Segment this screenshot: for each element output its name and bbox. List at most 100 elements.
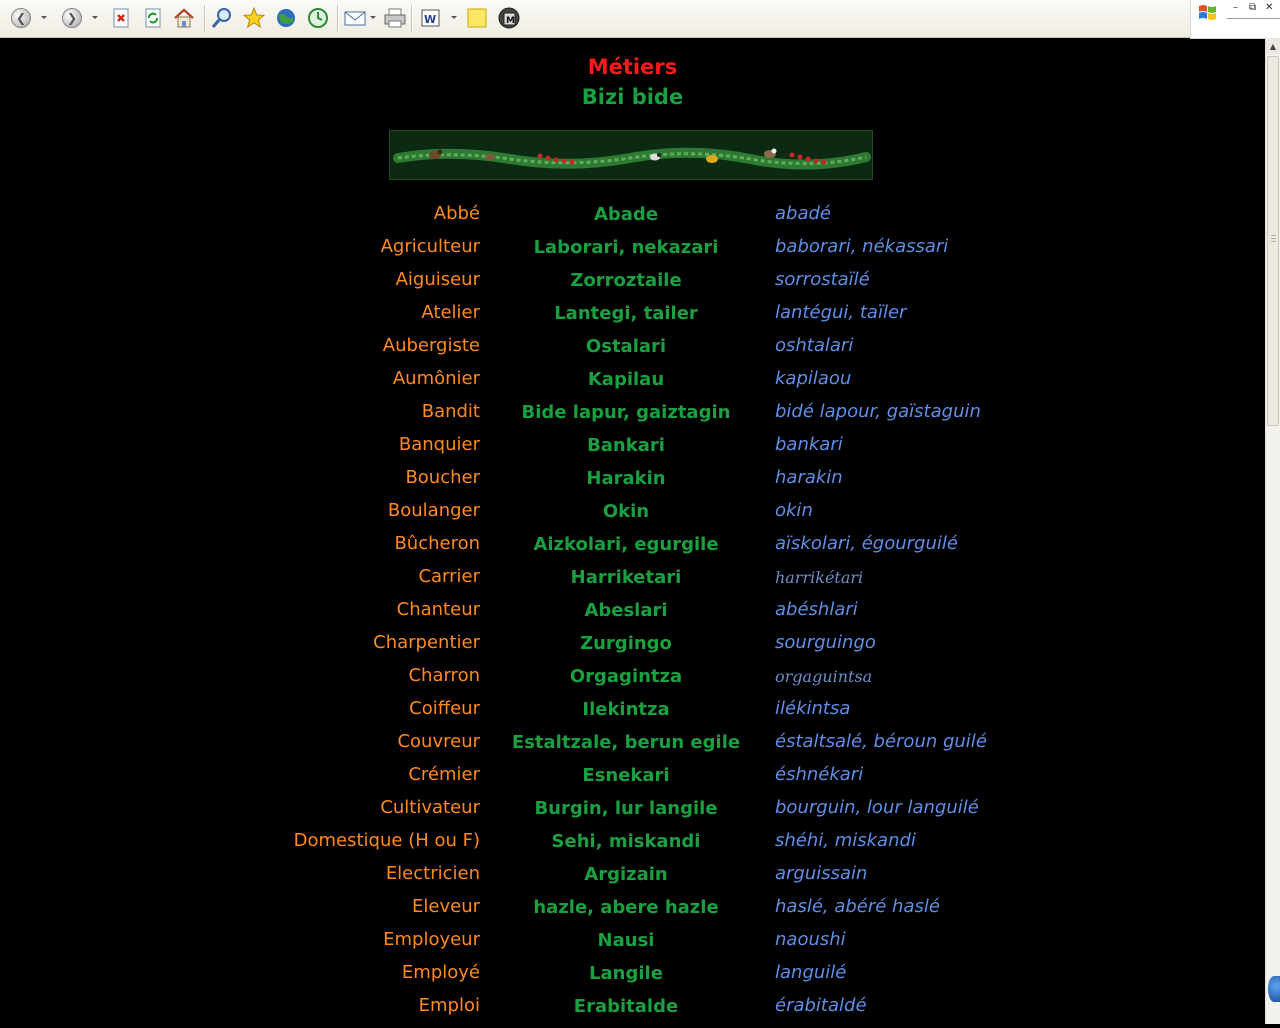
table-row: Atelier Lantegi, tailer lantégui, taïler	[0, 302, 1265, 335]
french-word: Charpentier	[373, 632, 480, 653]
table-row: Coiffeur Ilekintza ilékintsa	[0, 698, 1265, 731]
basque-word: Abeslari	[584, 600, 668, 621]
basque-word: Zorroztaile	[570, 270, 682, 291]
table-row: Cultivateur Burgin, lur langile bourguin, …	[0, 797, 1265, 830]
french-word: Chanteur	[396, 599, 480, 620]
pronunciation: éstaltsalé, béroun guilé	[775, 731, 987, 752]
pronunciation: harakin	[775, 467, 843, 488]
french-word: Bûcheron	[394, 533, 480, 554]
table-row: Emploi Erabitalde érabitaldé	[0, 995, 1265, 1028]
french-word: Domestique (H ou F)	[293, 830, 480, 851]
basque-word: Esnekari	[582, 765, 670, 786]
mail-icon[interactable]	[343, 6, 367, 30]
table-row: Employeur Nausi naoushi	[0, 929, 1265, 962]
home-icon[interactable]	[172, 6, 196, 30]
french-word: Coiffeur	[409, 698, 480, 719]
french-word: Electricien	[385, 863, 480, 884]
french-word: Bandit	[421, 401, 480, 422]
pronunciation: arguissain	[775, 863, 868, 884]
basque-word: Sehi, miskandi	[551, 831, 701, 852]
edit-dropdown-icon[interactable]	[451, 16, 457, 19]
table-row: Charpentier Zurgingo sourguingo	[0, 632, 1265, 665]
basque-word: Estaltzale, berun egile	[511, 732, 741, 753]
french-word: Agriculteur	[380, 236, 480, 257]
table-row: Crémier Esnekari éshnékari	[0, 764, 1265, 797]
french-word: Employé	[401, 962, 480, 983]
table-row: Bûcheron Aizkolari, egurgile aïskolari, ég…	[0, 533, 1265, 566]
stop-icon[interactable]	[109, 6, 133, 30]
basque-word: Erabitalde	[573, 996, 679, 1017]
pronunciation: bankari	[775, 434, 843, 455]
pronunciation: bourguin, lour languilé	[775, 797, 979, 818]
table-row: Domestique (H ou F) Sehi, miskandi shéhi, …	[0, 830, 1265, 863]
page-subtitle: Bizi bide	[581, 85, 684, 109]
french-word: Couvreur	[397, 731, 480, 752]
table-row: Aubergiste Ostalari oshtalari	[0, 335, 1265, 368]
pronunciation: haslé, abéré haslé	[775, 896, 940, 917]
table-row: Employé Langile languilé	[0, 962, 1265, 995]
pronunciation: bidé lapour, gaïstaguin	[775, 401, 981, 422]
svg-text:W: W	[424, 13, 436, 26]
french-word: Boulanger	[387, 500, 480, 521]
minimize-icon[interactable]: –	[1233, 2, 1238, 13]
history-icon[interactable]	[306, 6, 330, 30]
pronunciation: baborari, nékassari	[775, 236, 949, 257]
table-row: Bandit Bide lapur, gaiztagin bidé lapour, …	[0, 401, 1265, 434]
close-icon[interactable]: ✕	[1265, 2, 1273, 13]
basque-word: Aizkolari, egurgile	[533, 534, 719, 555]
pronunciation: abadé	[775, 203, 831, 224]
table-row: Abbé Abade abadé	[0, 203, 1265, 236]
french-word: Cultivateur	[380, 797, 480, 818]
french-word: Atelier	[421, 302, 480, 323]
scroll-up-arrow-icon[interactable]: ▲	[1266, 38, 1280, 54]
pronunciation: ilékintsa	[775, 698, 851, 719]
basque-word: Laborari, nekazari	[533, 237, 719, 258]
pronunciation: languilé	[775, 962, 847, 983]
page-title: Métiers	[587, 55, 678, 79]
pronunciation: abéshlari	[775, 599, 858, 620]
french-word: Aumônier	[392, 368, 480, 389]
search-icon[interactable]	[210, 6, 234, 30]
table-row: Carrier Harriketari harrikétari	[0, 566, 1265, 599]
edit-icon[interactable]: W	[419, 6, 443, 30]
holly-banner-image	[389, 130, 873, 180]
mail-dropdown-icon[interactable]	[370, 16, 376, 19]
favorites-icon[interactable]	[242, 6, 266, 30]
pronunciation: sourguingo	[775, 632, 876, 653]
basque-word: Orgagintza	[569, 666, 683, 687]
internet-zone-globe-icon	[1268, 976, 1280, 1002]
pronunciation: harrikétari	[775, 568, 864, 587]
table-row: Charron Orgagintza orgaguintsa	[0, 665, 1265, 698]
table-row: Boulanger Okin okin	[0, 500, 1265, 533]
french-word: Eleveur	[412, 896, 480, 917]
french-word: Emploi	[418, 995, 480, 1016]
table-row: Chanteur Abeslari abéshlari	[0, 599, 1265, 632]
back-dropdown-icon[interactable]	[41, 16, 47, 19]
forward-dropdown-icon[interactable]	[92, 16, 98, 19]
pronunciation: naoushi	[775, 929, 846, 950]
messenger-icon[interactable]: M	[497, 6, 521, 30]
table-row: Boucher Harakin harakin	[0, 467, 1265, 500]
basque-word: Okin	[602, 501, 650, 522]
discuss-icon[interactable]	[465, 6, 489, 30]
window-divider	[1227, 18, 1280, 19]
scroll-thumb[interactable]	[1267, 56, 1279, 426]
refresh-icon[interactable]	[141, 6, 165, 30]
pronunciation: aïskolari, égourguilé	[775, 533, 958, 554]
back-icon[interactable]: ❮	[9, 6, 33, 30]
basque-word: Argizain	[584, 864, 668, 885]
pronunciation: érabitaldé	[775, 995, 867, 1016]
restore-icon[interactable]: ⧉	[1249, 2, 1256, 13]
print-icon[interactable]	[383, 6, 407, 30]
table-row: Couvreur Estaltzale, berun egile éstaltsal…	[0, 731, 1265, 764]
forward-icon[interactable]: ❯	[60, 6, 84, 30]
basque-word: Bide lapur, gaiztagin	[521, 402, 731, 423]
svg-text:M: M	[506, 16, 515, 26]
basque-word: Lantegi, tailer	[554, 303, 698, 324]
window-controls: – ⧉ ✕	[1190, 0, 1280, 39]
basque-word: hazle, abere hazle	[533, 897, 719, 918]
media-icon[interactable]	[274, 6, 298, 30]
basque-word: Langile	[589, 963, 663, 984]
basque-word: Ilekintza	[582, 699, 670, 720]
french-word: Abbé	[433, 203, 480, 224]
